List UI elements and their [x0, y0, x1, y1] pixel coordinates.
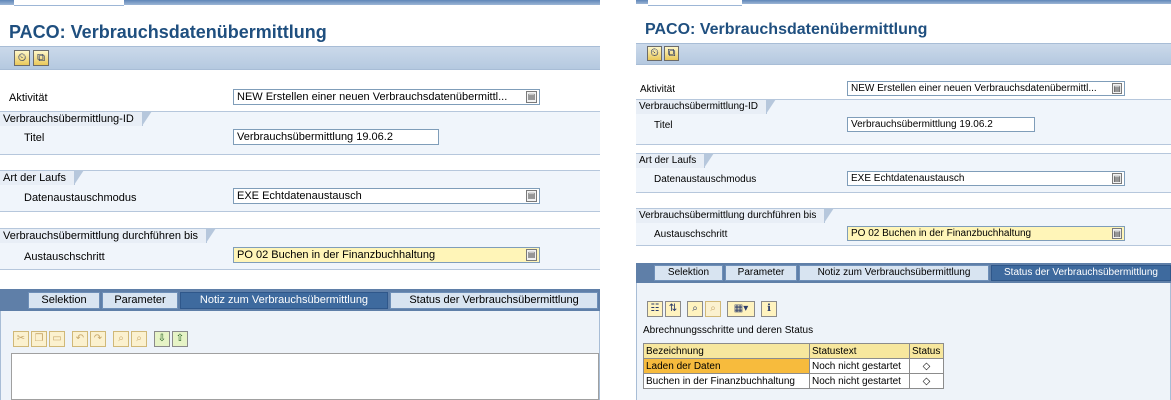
cut-icon[interactable]: ✂	[13, 331, 29, 347]
status-caption: Abrechnungsschritte und deren Status	[643, 325, 814, 336]
table-row[interactable]: Buchen in der Finanzbuchhaltung Noch nic…	[643, 373, 944, 389]
details-icon[interactable]: ☷	[647, 301, 663, 317]
modus-label: Datenaustauschmodus	[654, 174, 757, 185]
status-panel: ☷ ⇅ ⌕ ⌕ ▦▾ ℹ Abrechnungsschritte und der…	[636, 283, 1171, 400]
aktivitaet-dropdown-icon[interactable]: ▤	[526, 91, 537, 103]
page-title: PACO: Verbrauchsdatenübermittlung	[9, 22, 327, 42]
table-header-row: Bezeichnung Statustext Status	[643, 343, 944, 359]
column-header[interactable]: Bezeichnung	[643, 343, 810, 359]
application-toolbar: ⏲ ⧉	[0, 46, 600, 70]
group-art-title: Art der Laufs	[636, 153, 715, 168]
aktivitaet-label: Aktivität	[9, 92, 48, 104]
layout-icon[interactable]: ▦▾	[727, 301, 755, 317]
aktivitaet-field[interactable]: NEW Erstellen einer neuen Verbrauchsdate…	[847, 81, 1125, 96]
copy-docs-icon[interactable]: ⧉	[33, 50, 49, 66]
modus-dropdown-icon[interactable]: ▤	[526, 190, 537, 202]
table-cell: Noch nicht gestartet	[809, 358, 910, 374]
copy-docs-icon[interactable]: ⧉	[664, 46, 679, 61]
window-top-strip	[0, 0, 600, 14]
tab-selektion[interactable]: Selektion	[28, 292, 100, 309]
status-diamond-icon: ◇	[909, 373, 944, 389]
top-tab-shape	[14, 0, 124, 6]
table-cell[interactable]: Laden der Daten	[643, 358, 810, 374]
find-next-icon[interactable]: ⌕	[705, 301, 721, 317]
paste-icon[interactable]: ▭	[49, 331, 65, 347]
table-cell: Noch nicht gestartet	[809, 373, 910, 389]
window-top-strip	[636, 0, 1171, 14]
save-icon[interactable]: ⇧	[172, 331, 188, 347]
schritt-field[interactable]: PO 02 Buchen in der Finanzbuchhaltung	[847, 226, 1125, 241]
modus-field[interactable]: EXE Echtdatenaustausch	[847, 171, 1125, 186]
titel-label: Titel	[24, 132, 45, 144]
schritt-dropdown-icon[interactable]: ▤	[1112, 228, 1122, 239]
notiz-panel: ✂ ❐ ▭ ↶ ↷ ⌕ ⌕ ⇩ ⇧	[0, 311, 600, 400]
group-durchf-title: Verbrauchsübermittlung durchführen bis	[636, 208, 835, 223]
aktivitaet-dropdown-icon[interactable]: ▤	[1112, 83, 1122, 94]
modus-field[interactable]: EXE Echtdatenaustausch	[233, 188, 540, 204]
tabstrip: Selektion Parameter Notiz zum Verbrauchs…	[0, 289, 600, 311]
column-header[interactable]: Statustext	[809, 343, 910, 359]
group-id-title: Verbrauchsübermittlung-ID	[636, 99, 776, 114]
aktivitaet-label: Aktivität	[640, 84, 676, 95]
copy-icon[interactable]: ❐	[31, 331, 47, 347]
tab-parameter[interactable]: Parameter	[725, 265, 797, 281]
tab-selektion[interactable]: Selektion	[654, 265, 723, 281]
table-cell[interactable]: Buchen in der Finanzbuchhaltung	[643, 373, 810, 389]
titel-field[interactable]: Verbrauchsübermittlung 19.06.2	[847, 117, 1035, 132]
aktivitaet-field[interactable]: NEW Erstellen einer neuen Verbrauchsdate…	[233, 89, 540, 105]
modus-dropdown-icon[interactable]: ▤	[1112, 173, 1122, 184]
sort-icon[interactable]: ⇅	[665, 301, 681, 317]
status-table: Bezeichnung Statustext Status Laden der …	[643, 343, 944, 389]
group-durchf-title: Verbrauchsübermittlung durchführen bis	[0, 228, 217, 243]
tab-parameter[interactable]: Parameter	[102, 292, 178, 309]
page-title: PACO: Verbrauchsdatenübermittlung	[645, 21, 928, 38]
notiz-text-area[interactable]	[11, 353, 599, 400]
modus-label: Datenaustauschmodus	[24, 192, 137, 204]
find-icon[interactable]: ⌕	[113, 331, 129, 347]
tab-notiz[interactable]: Notiz zum Verbrauchsübermittlung	[799, 265, 989, 281]
undo-icon[interactable]: ↶	[72, 331, 88, 347]
table-row[interactable]: Laden der Daten Noch nicht gestartet ◇	[643, 358, 944, 374]
schritt-dropdown-icon[interactable]: ▤	[526, 249, 537, 261]
tab-status[interactable]: Status der Verbrauchsübermittlung	[991, 265, 1171, 281]
titel-label: Titel	[654, 120, 673, 131]
execute-clock-icon[interactable]: ⏲	[14, 50, 30, 66]
group-art-title: Art der Laufs	[0, 170, 84, 185]
tab-notiz[interactable]: Notiz zum Verbrauchsübermittlung	[180, 292, 388, 309]
find-next-icon[interactable]: ⌕	[131, 331, 147, 347]
execute-clock-icon[interactable]: ⏲	[647, 46, 662, 61]
schritt-label: Austauschschritt	[24, 251, 105, 263]
tabstrip: Selektion Parameter Notiz zum Verbrauchs…	[636, 263, 1171, 283]
group-id-title: Verbrauchsübermittlung-ID	[0, 111, 152, 126]
tab-status[interactable]: Status der Verbrauchsübermittlung	[390, 292, 598, 309]
redo-icon[interactable]: ↷	[90, 331, 106, 347]
application-toolbar: ⏲ ⧉	[636, 43, 1171, 65]
load-icon[interactable]: ⇩	[154, 331, 170, 347]
schritt-label: Austauschschritt	[654, 229, 728, 240]
schritt-field[interactable]: PO 02 Buchen in der Finanzbuchhaltung	[233, 247, 540, 263]
column-header[interactable]: Status	[909, 343, 944, 359]
top-tab-shape	[648, 0, 742, 6]
left-screen: PACO: Verbrauchsdatenübermittlung ⏲ ⧉ Ak…	[0, 0, 600, 400]
info-icon[interactable]: ℹ	[761, 301, 777, 317]
right-screen: PACO: Verbrauchsdatenübermittlung ⏲ ⧉ Ak…	[636, 0, 1171, 400]
status-diamond-icon: ◇	[909, 358, 944, 374]
find-icon[interactable]: ⌕	[687, 301, 703, 317]
titel-field[interactable]: Verbrauchsübermittlung 19.06.2	[233, 129, 439, 145]
